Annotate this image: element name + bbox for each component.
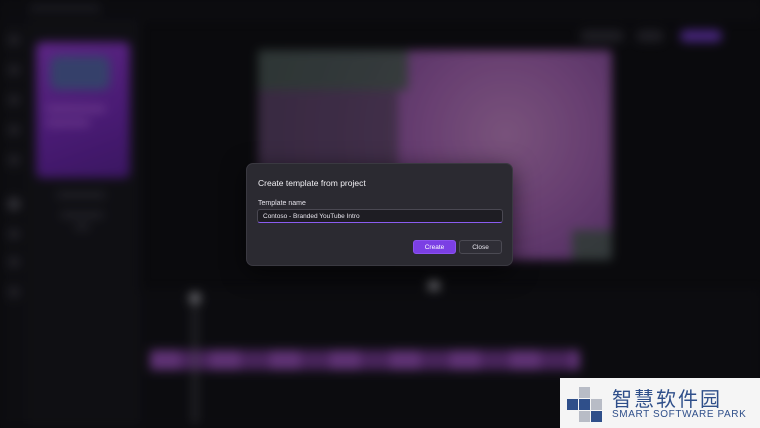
close-button[interactable]: Close xyxy=(459,240,502,254)
template-name-label: Template name xyxy=(258,200,306,207)
watermark: 智慧软件园 SMART SOFTWARE PARK xyxy=(560,378,760,428)
create-template-dialog: Create template from project Template na… xyxy=(246,163,513,266)
create-button[interactable]: Create xyxy=(413,240,456,254)
smart-software-park-logo-icon xyxy=(567,387,605,422)
watermark-english-text: SMART SOFTWARE PARK xyxy=(612,409,747,420)
template-name-input[interactable] xyxy=(257,209,503,223)
watermark-chinese-text: 智慧软件园 xyxy=(612,387,722,411)
dialog-title: Create template from project xyxy=(258,178,366,188)
